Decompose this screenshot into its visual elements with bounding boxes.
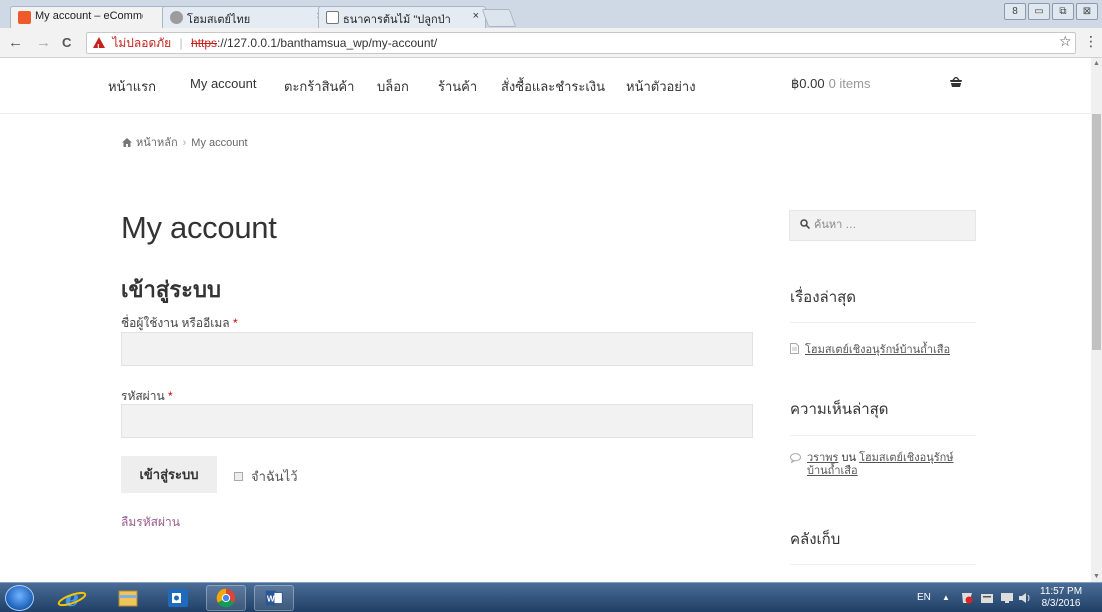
- minimize-button[interactable]: ▭: [1028, 3, 1050, 20]
- back-button[interactable]: ←: [8, 34, 23, 51]
- search-placeholder: ค้นหา …: [814, 219, 857, 231]
- login-button[interactable]: เข้าสู่ระบบ: [121, 456, 217, 493]
- remember-me-checkbox[interactable]: [234, 472, 243, 481]
- scroll-up-arrow-icon[interactable]: ▲: [1093, 60, 1100, 67]
- divider: [790, 322, 976, 323]
- page-scrollbar[interactable]: ▲ ▼: [1091, 58, 1102, 582]
- tab-label: My account – eCommerc: [35, 10, 143, 22]
- comment-author-link[interactable]: วราพร: [807, 452, 838, 464]
- browser-tab-bar: My account – eCommerc × โฮมสเตย์ไทย × ธน…: [0, 0, 1102, 28]
- site-navigation: หน้าแรก My account ตะกร้าสินค้า บล็อก ร้…: [0, 58, 1091, 114]
- cart-item-count: 0 items: [828, 76, 871, 91]
- tab-label: ธนาคารต้นไม้ "ปลูกป่า ปลูกจิ: [343, 14, 451, 26]
- clock-time: 11:57 PM: [1040, 586, 1083, 597]
- document-icon: [790, 343, 799, 354]
- forward-button[interactable]: →: [36, 34, 51, 51]
- window-controls: 8 ▭ ⧉ ⊠: [1004, 3, 1098, 21]
- recent-comment-item: วราพร บน โฮมสเตย์เชิงอนุรักษ์บ้านถ้ำเสือ: [790, 452, 970, 478]
- svg-text:W: W: [267, 594, 275, 604]
- action-center-icon[interactable]: [960, 591, 974, 605]
- search-input[interactable]: ค้นหา …: [789, 210, 976, 241]
- nav-item-home[interactable]: หน้าแรก: [108, 76, 156, 97]
- svg-text:e: e: [65, 586, 79, 611]
- new-tab-button[interactable]: [481, 9, 517, 27]
- comment-on-text: บน: [841, 452, 856, 464]
- basket-icon[interactable]: [949, 77, 963, 88]
- search-icon: [800, 219, 810, 229]
- bookmark-star-icon[interactable]: ☆: [1059, 33, 1072, 50]
- required-mark: *: [168, 389, 173, 403]
- breadcrumb-current: My account: [191, 137, 248, 149]
- page-title: My account: [121, 210, 277, 245]
- file-explorer-icon[interactable]: [108, 585, 148, 611]
- nav-item-shop[interactable]: ร้านค้า: [438, 76, 477, 97]
- archives-title: คลังเก็บ: [790, 531, 841, 548]
- scroll-down-arrow-icon[interactable]: ▼: [1093, 573, 1100, 580]
- password-label-text: รหัสผ่าน: [121, 389, 165, 403]
- remember-me-label: จำฉันไว้: [251, 469, 298, 484]
- language-indicator[interactable]: EN: [917, 592, 931, 603]
- recent-post-item: โฮมสเตย์เชิงอนุรักษ์บ้านถ้ำเสือ: [790, 340, 950, 358]
- word-icon[interactable]: W: [254, 585, 294, 611]
- username-label: ชื่อผู้ใช้งาน หรืออีเมล *: [121, 314, 238, 333]
- restore-button[interactable]: ⧉: [1052, 3, 1074, 20]
- breadcrumb-separator: ›: [182, 137, 187, 149]
- site-favicon-icon: [18, 11, 31, 24]
- login-heading: เข้าสู่ระบบ: [121, 277, 221, 302]
- reload-button[interactable]: C: [62, 35, 71, 50]
- breadcrumb: หน้าหลัก › My account: [122, 133, 248, 151]
- lost-password-link[interactable]: ลืมรหัสผ่าน: [121, 513, 180, 532]
- cart-total: ฿0.00: [791, 76, 825, 91]
- recent-comments-title: ความเห็นล่าสุด: [790, 401, 889, 418]
- tab-my-account[interactable]: My account – eCommerc ×: [10, 6, 175, 28]
- address-bar-row: ← → C ไม่ปลอดภัย | https://127.0.0.1/ban…: [0, 28, 1102, 58]
- tab-tree-bank[interactable]: ธนาคารต้นไม้ "ปลูกป่า ปลูกจิ ×: [318, 6, 486, 28]
- nav-item-my-account[interactable]: My account: [190, 76, 256, 91]
- insecure-label: ไม่ปลอดภัย: [112, 36, 172, 50]
- clock-date: 8/3/2016: [1041, 598, 1081, 609]
- network-icon[interactable]: [1000, 591, 1014, 605]
- internet-explorer-icon[interactable]: e: [52, 585, 92, 611]
- remember-me[interactable]: จำฉันไว้: [234, 466, 298, 487]
- url-scheme: https: [191, 36, 218, 50]
- browser-menu-icon[interactable]: ⋮: [1084, 33, 1098, 50]
- nav-item-checkout[interactable]: สั่งซื้อและชำระเงิน: [501, 76, 605, 97]
- divider: [790, 564, 976, 565]
- page-viewport: หน้าแรก My account ตะกร้าสินค้า บล็อก ร้…: [0, 58, 1091, 582]
- url-path: ://127.0.0.1/banthamsua_wp/my-account/: [217, 36, 438, 50]
- recent-posts-title: เรื่องล่าสุด: [790, 289, 857, 306]
- password-input[interactable]: [121, 404, 753, 438]
- chrome-icon[interactable]: [206, 585, 246, 611]
- show-hidden-icons[interactable]: ▲: [942, 593, 950, 602]
- system-clock[interactable]: 11:57 PM 8/3/2016: [1040, 586, 1082, 610]
- comment-bubble-icon: [790, 453, 801, 463]
- page-favicon-icon: [326, 11, 339, 24]
- username-label-text: ชื่อผู้ใช้งาน หรืออีเมล: [121, 316, 230, 330]
- tab-close-icon[interactable]: ×: [473, 10, 479, 22]
- tab-label: โฮมสเตย์ไทย: [187, 14, 251, 26]
- warning-icon: [93, 37, 105, 58]
- user-profile-button[interactable]: 8: [1004, 3, 1026, 20]
- keyboard-icon[interactable]: [980, 591, 994, 605]
- divider: [790, 435, 976, 436]
- taskbar: e W EN ▲ 11:57 PM 8/3/2016: [0, 582, 1102, 612]
- username-input[interactable]: [121, 332, 753, 366]
- site-favicon-icon: [170, 11, 183, 24]
- recent-post-link[interactable]: โฮมสเตย์เชิงอนุรักษ์บ้านถ้ำเสือ: [805, 344, 950, 356]
- outlook-icon[interactable]: [158, 585, 198, 611]
- tab-homestay-thai[interactable]: โฮมสเตย์ไทย ×: [162, 6, 330, 28]
- breadcrumb-home-link[interactable]: หน้าหลัก: [136, 137, 178, 149]
- nav-item-cart[interactable]: ตะกร้าสินค้า: [284, 76, 354, 97]
- close-window-button[interactable]: ⊠: [1076, 3, 1098, 20]
- required-mark: *: [233, 316, 238, 330]
- cart-total-link[interactable]: ฿0.00 0 items: [791, 76, 870, 92]
- scrollbar-thumb[interactable]: [1092, 114, 1101, 350]
- home-icon: [122, 138, 132, 147]
- url-input[interactable]: ไม่ปลอดภัย | https://127.0.0.1/banthamsu…: [86, 32, 1076, 58]
- nav-item-sample-page[interactable]: หน้าตัวอย่าง: [626, 76, 696, 97]
- url-separator: |: [179, 36, 183, 50]
- nav-item-blog[interactable]: บล็อก: [377, 76, 409, 97]
- volume-icon[interactable]: [1018, 591, 1032, 605]
- start-button[interactable]: [5, 585, 34, 611]
